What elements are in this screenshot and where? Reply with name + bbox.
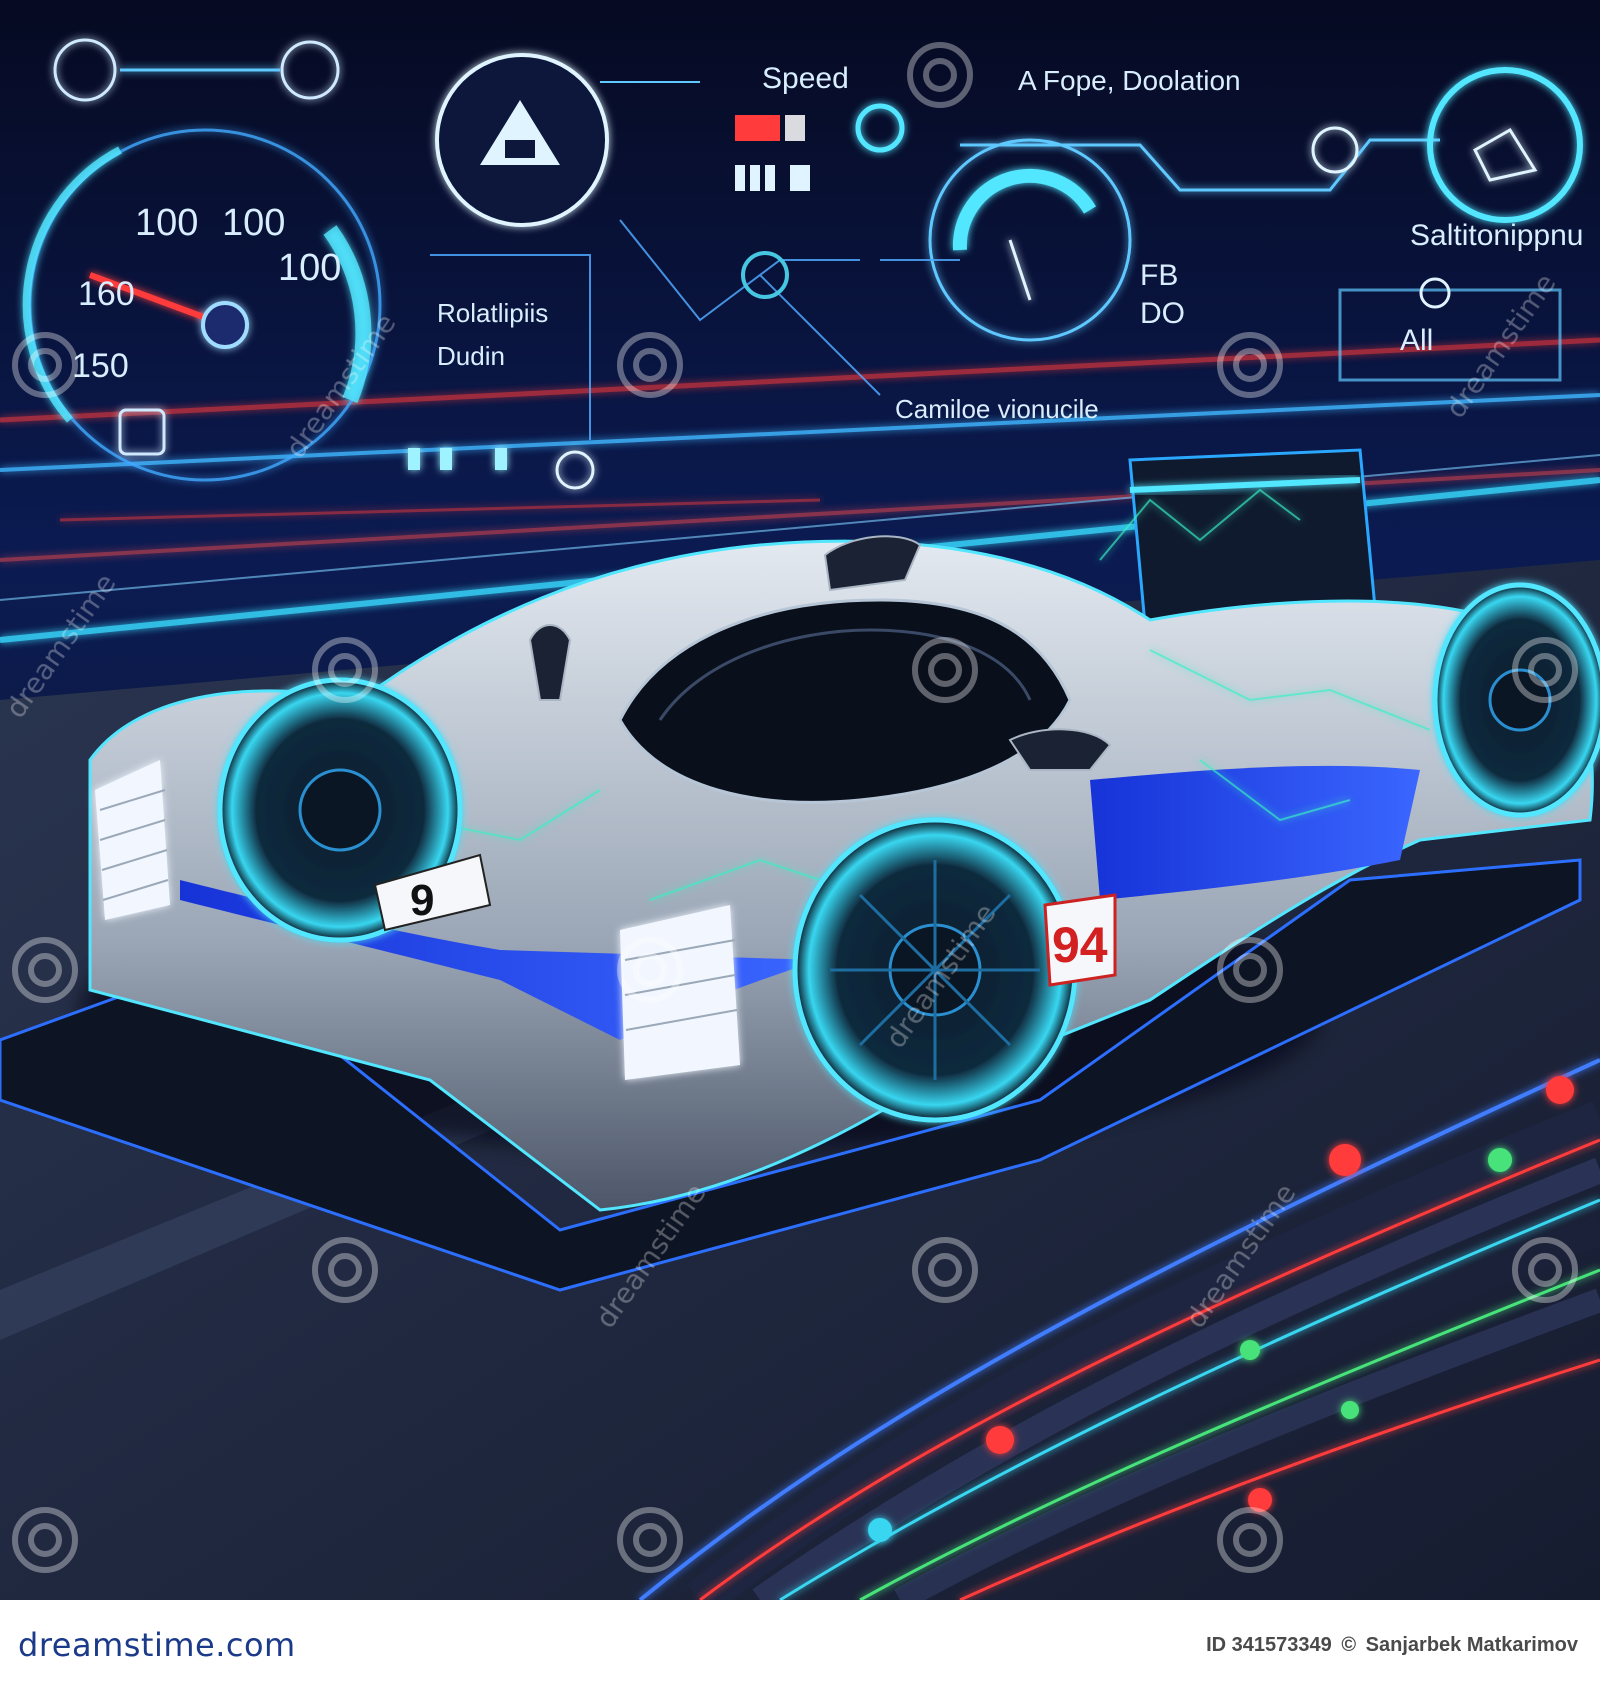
- hud-top-label: A Fope, Doolation: [1018, 65, 1241, 96]
- hud-logo-circle: [435, 53, 609, 227]
- speed-tick-3: 100: [278, 247, 341, 289]
- side-number-plate: 94: [1043, 893, 1117, 987]
- hud-do-label: DO: [1140, 297, 1185, 330]
- speed-label: Speed: [762, 62, 849, 95]
- hud-bottom-label: Camiloe vionucile: [895, 394, 1099, 424]
- speed-tick-4: 160: [78, 275, 135, 313]
- scene: 100 100 100 160 150 Speed A Fope, Doolat…: [0, 0, 1600, 1600]
- front-car-number: 9: [410, 876, 434, 925]
- hud-left-label-2: Dudin: [437, 341, 505, 371]
- hud-all-label: All: [1400, 324, 1433, 357]
- footer-credit: ID 341573349 © Sanjarbek Matkarimov: [1202, 1634, 1578, 1657]
- hud-fb-label: FB: [1140, 259, 1178, 292]
- speed-tick-2: 100: [222, 202, 285, 244]
- speed-tick-5: 150: [72, 347, 129, 385]
- hud-right-label: Saltitonippnu: [1410, 219, 1583, 252]
- side-car-number: 94: [1052, 917, 1108, 973]
- speed-tick-1: 100: [135, 202, 198, 244]
- stock-footer: dreamstime.com ID 341573349 © Sanjarbek …: [0, 1600, 1600, 1690]
- footer-image-id: ID 341573349: [1206, 1633, 1332, 1656]
- rear-wheel: [1432, 582, 1600, 818]
- footer-author[interactable]: Sanjarbek Matkarimov: [1366, 1634, 1578, 1656]
- footer-copyright-symbol: ©: [1341, 1633, 1357, 1656]
- right-mirror: [1008, 728, 1112, 771]
- hud-left-label-1: Rolatlipiis: [437, 298, 548, 328]
- scene-svg: 100 100 100 160 150 Speed A Fope, Doolat…: [0, 0, 1600, 1600]
- footer-brand[interactable]: dreamstime.com: [18, 1626, 296, 1664]
